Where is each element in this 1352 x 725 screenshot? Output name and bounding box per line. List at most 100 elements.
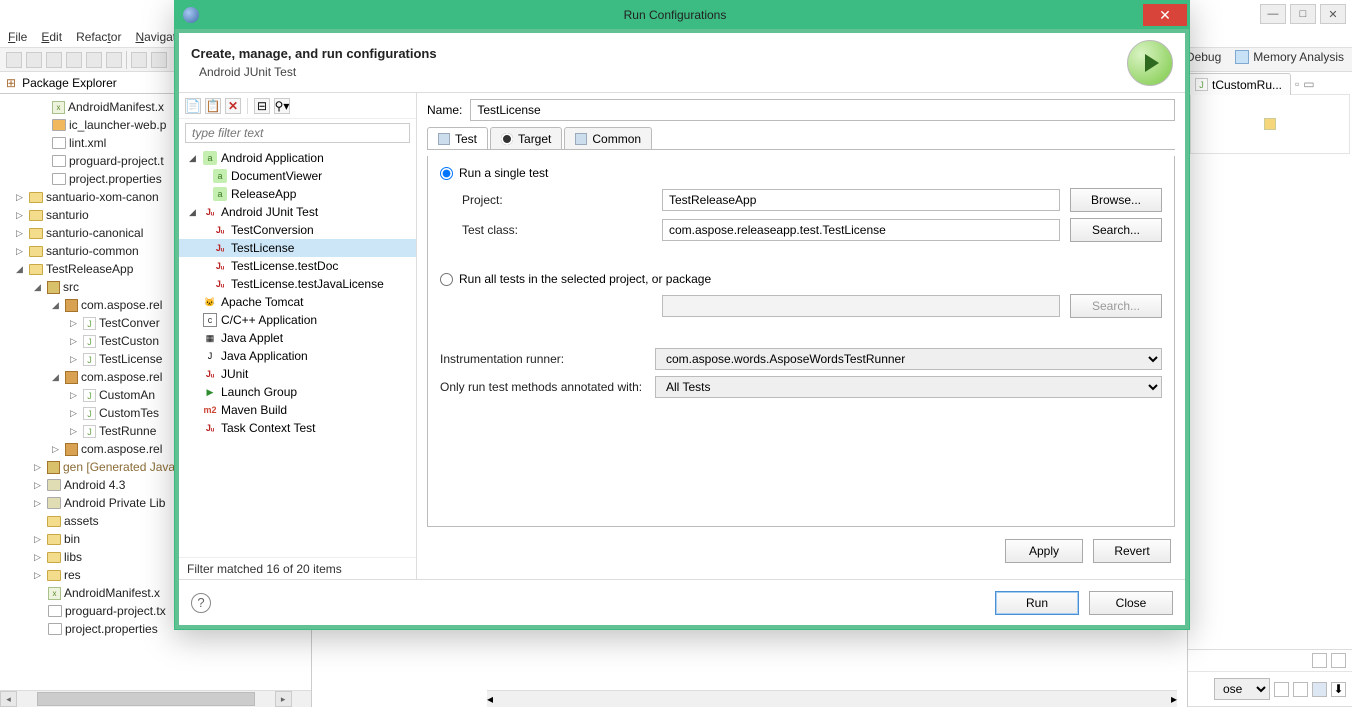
radio-run-single-test[interactable] [440, 167, 453, 180]
applet-icon: ▦ [203, 331, 217, 345]
java-icon: J [1195, 78, 1208, 91]
file-icon [48, 623, 62, 635]
tab-common[interactable]: Common [564, 127, 652, 149]
scroll-left-icon[interactable]: ◂ [487, 692, 493, 706]
window-maximize-button[interactable]: □ [1290, 4, 1316, 24]
config-category-android-junit[interactable]: ◢JᵤAndroid JUnit Test [179, 203, 416, 221]
radio-run-all-tests[interactable] [440, 273, 453, 286]
editor-tab[interactable]: J tCustomRu... [1186, 73, 1291, 95]
config-item[interactable]: JᵤTestConversion [179, 221, 416, 239]
config-category-java-app[interactable]: JJava Application [179, 347, 416, 365]
junit-icon: Jᵤ [213, 259, 227, 273]
common-tab-icon [575, 133, 587, 145]
tree-label: TestLicense.testDoc [231, 259, 338, 273]
revert-button[interactable]: Revert [1093, 539, 1171, 563]
config-item-selected[interactable]: JᵤTestLicense [179, 239, 416, 257]
config-item[interactable]: Jᵤ TestLicense.testDoc [179, 257, 416, 275]
right-pane-select[interactable]: ose [1214, 678, 1270, 700]
config-item[interactable]: aReleaseApp [179, 185, 416, 203]
tree-label: JUnit [221, 367, 248, 381]
apply-button[interactable]: Apply [1005, 539, 1083, 563]
tree-label: C/C++ Application [221, 313, 317, 327]
tree-label: project.properties [69, 170, 162, 188]
project-label: Project: [462, 193, 652, 207]
toolbar-icon[interactable] [6, 52, 22, 68]
menu-edit[interactable]: Edit [41, 30, 62, 45]
tab-target[interactable]: Target [490, 127, 562, 149]
toolbar-icon[interactable] [1312, 682, 1327, 697]
tree-label: bin [64, 530, 80, 548]
config-category-junit[interactable]: JᵤJUnit [179, 365, 416, 383]
dialog-titlebar[interactable]: Run Configurations ✕ [175, 1, 1189, 29]
dialog-close-button[interactable]: ✕ [1143, 4, 1187, 26]
close-button[interactable]: Close [1089, 591, 1173, 615]
horizontal-scrollbar[interactable]: ◂ ▸ [0, 690, 311, 707]
config-category-cpp[interactable]: cC/C++ Application [179, 311, 416, 329]
package-icon [65, 299, 78, 312]
tree-label: lint.xml [69, 134, 106, 152]
run-button[interactable]: Run [995, 591, 1079, 615]
config-item[interactable]: JᵤTestLicense.testJavaLicense [179, 275, 416, 293]
duplicate-config-icon[interactable]: 📋 [205, 98, 221, 114]
delete-config-icon[interactable]: ✕ [225, 98, 241, 114]
run-configurations-dialog: Run Configurations ✕ Create, manage, and… [174, 0, 1190, 630]
scroll-right-icon[interactable]: ▸ [275, 691, 292, 707]
toolbar-icon[interactable] [131, 52, 147, 68]
menu-file[interactable]: File [8, 30, 27, 45]
browse-project-button[interactable]: Browse... [1070, 188, 1162, 212]
tree-label: TestLicense.testJavaLicense [231, 277, 384, 291]
scrollbar-thumb[interactable] [37, 692, 255, 706]
dialog-header: Create, manage, and run configurations A… [179, 33, 1185, 93]
save-icon[interactable] [1274, 682, 1289, 697]
tree-label: AndroidManifest.x [64, 584, 160, 602]
tree-label: TestLicense [231, 241, 294, 255]
filter-icon[interactable]: ⚲▾ [274, 98, 290, 114]
search-class-button[interactable]: Search... [1070, 218, 1162, 242]
config-item[interactable]: aDocumentViewer [179, 167, 416, 185]
tab-label: Target [518, 132, 551, 146]
tree-label: santurio-canonical [46, 224, 143, 242]
config-category-tomcat[interactable]: 🐱Apache Tomcat [179, 293, 416, 311]
tree-label: com.aspose.rel [81, 440, 162, 458]
test-class-input[interactable] [662, 219, 1060, 241]
new-config-icon[interactable]: 📄 [185, 98, 201, 114]
java-icon: J [83, 317, 96, 330]
help-icon[interactable]: ? [191, 593, 211, 613]
tree-label: src [63, 278, 79, 296]
toolbar-icon[interactable] [151, 52, 167, 68]
config-category-maven[interactable]: m2Maven Build [179, 401, 416, 419]
tab-test-content: Run a single test Project: Browse... Tes… [427, 156, 1175, 527]
scroll-right-icon[interactable]: ▸ [1171, 692, 1177, 706]
test-annotation-select[interactable]: All Tests [655, 376, 1162, 398]
toolbar-icon[interactable] [106, 52, 122, 68]
editor-tab-label: tCustomRu... [1212, 78, 1282, 92]
perspective-memory[interactable]: Memory Analysis [1235, 50, 1344, 64]
java-icon: J [83, 407, 96, 420]
menu-refactor[interactable]: Refactor [76, 30, 121, 45]
download-icon[interactable]: ⬇ [1331, 682, 1346, 697]
toolbar-icon[interactable] [46, 52, 62, 68]
view-maximize-icon[interactable] [1331, 653, 1346, 668]
config-category-applet[interactable]: ▦Java Applet [179, 329, 416, 347]
view-minimize-icon[interactable]: ▫ [1295, 77, 1299, 91]
config-filter-input[interactable] [185, 123, 410, 143]
toolbar-icon[interactable] [66, 52, 82, 68]
junit-icon: Jᵤ [203, 205, 217, 219]
config-category-launch-group[interactable]: ▶Launch Group [179, 383, 416, 401]
config-name-input[interactable] [470, 99, 1175, 121]
config-tree[interactable]: ◢aAndroid Application aDocumentViewer aR… [179, 147, 416, 557]
instrumentation-runner-select[interactable]: com.aspose.words.AsposeWordsTestRunner [655, 348, 1162, 370]
toolbar-icon[interactable] [1293, 682, 1308, 697]
toolbar-icon[interactable] [86, 52, 102, 68]
toolbar-icon[interactable] [26, 52, 42, 68]
window-close-button[interactable]: ✕ [1320, 4, 1346, 24]
collapse-all-icon[interactable]: ⊟ [254, 98, 270, 114]
scroll-left-icon[interactable]: ◂ [0, 691, 17, 707]
window-minimize-button[interactable]: — [1260, 4, 1286, 24]
config-category-task-context[interactable]: JᵤTask Context Test [179, 419, 416, 437]
project-input[interactable] [662, 189, 1060, 211]
view-minimize-icon[interactable] [1312, 653, 1327, 668]
tab-test[interactable]: Test [427, 127, 488, 149]
config-category-android-application[interactable]: ◢aAndroid Application [179, 149, 416, 167]
view-maximize-icon[interactable]: ▭ [1303, 77, 1314, 91]
